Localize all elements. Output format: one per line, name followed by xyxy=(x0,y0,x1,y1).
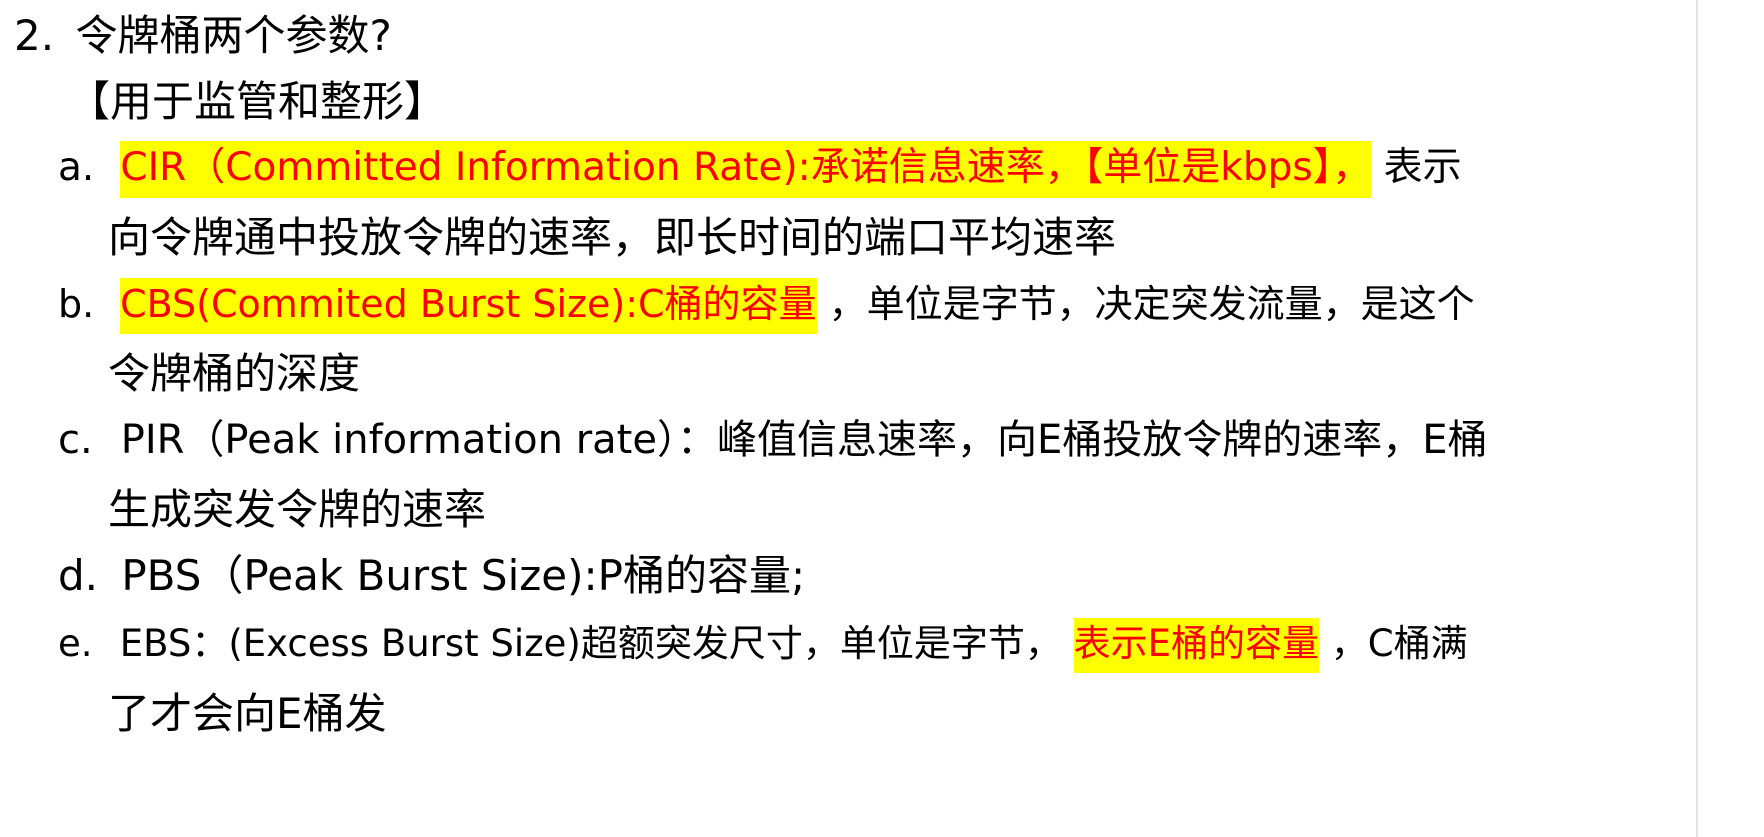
list-item-a: a. CIR（Committed Information Rate):承诺信息速… xyxy=(58,140,1462,198)
list-marker-b: b. xyxy=(58,282,95,326)
heading-line: 2. 令牌桶两个参数? xyxy=(14,8,392,64)
item-a-after-text: 表示 xyxy=(1383,145,1462,190)
item-e-line2: 了才会向E桶发 xyxy=(108,689,387,738)
item-e-before-text: EBS：(Excess Burst Size)超额突发尺寸，单位是字节， xyxy=(119,622,1062,665)
item-b-after-text: ，单位是字节，决定突发流量，是这个 xyxy=(828,282,1475,326)
list-item-b-continuation: 令牌桶的深度 xyxy=(108,346,360,402)
item-b-line2: 令牌桶的深度 xyxy=(108,349,361,398)
item-c-line2: 生成突发令牌的速率 xyxy=(108,485,487,534)
heading-number: 2. xyxy=(14,11,55,60)
list-item-c: c. PIR（Peak information rate）：峰值信息速率，向E桶… xyxy=(58,412,1488,468)
list-marker-e: e. xyxy=(58,622,93,665)
item-e-after-text: ，C桶满 xyxy=(1330,622,1468,665)
highlighted-text-cbs: CBS(Commited Burst Size):C桶的容量 xyxy=(120,278,817,334)
document-page: 2. 令牌桶两个参数? 【用于监管和整形】 a. CIR（Committed I… xyxy=(0,0,1696,837)
item-d-text: PBS（Peak Burst Size):P桶的容量; xyxy=(121,551,806,600)
list-marker-c: c. xyxy=(58,417,93,463)
subheading-text: 【用于监管和整形】 xyxy=(68,77,447,126)
item-a-line2: 向令牌通中投放令牌的速率，即长时间的端口平均速率 xyxy=(108,213,1117,262)
list-item-a-continuation: 向令牌通中投放令牌的速率，即长时间的端口平均速率 xyxy=(108,210,1116,266)
item-c-text: PIR（Peak information rate）：峰值信息速率，向E桶投放令… xyxy=(120,417,1488,463)
list-item-e: e. EBS：(Excess Burst Size)超额突发尺寸，单位是字节， … xyxy=(58,616,1468,673)
list-marker-d: d. xyxy=(58,551,99,600)
list-item-e-continuation: 了才会向E桶发 xyxy=(108,686,387,742)
list-item-d: d. PBS（Peak Burst Size):P桶的容量; xyxy=(58,548,805,604)
highlighted-text-ebs: 表示E桶的容量 xyxy=(1073,618,1319,673)
list-item-c-continuation: 生成突发令牌的速率 xyxy=(108,482,486,538)
page-right-margin xyxy=(1696,0,1764,837)
list-item-b: b. CBS(Commited Burst Size):C桶的容量 ，单位是字节… xyxy=(58,276,1475,334)
subheading-line: 【用于监管和整形】 xyxy=(68,74,446,130)
highlighted-text-cir: CIR（Committed Information Rate):承诺信息速率，【… xyxy=(120,141,1372,198)
list-marker-a: a. xyxy=(58,145,95,190)
heading-text: 令牌桶两个参数? xyxy=(75,11,392,60)
